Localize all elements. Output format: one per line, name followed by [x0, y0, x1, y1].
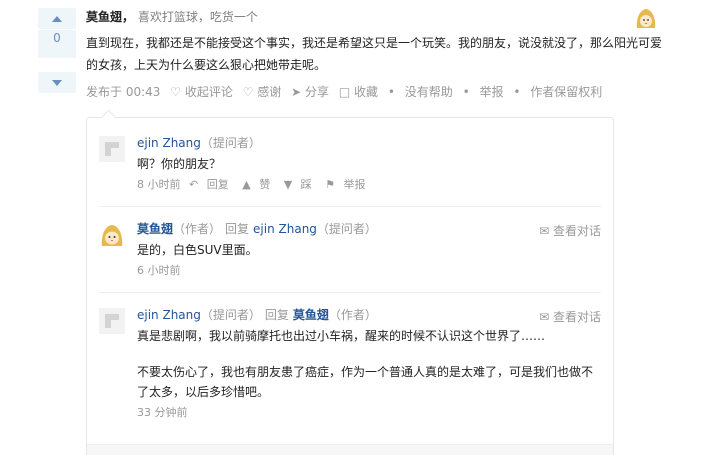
divider	[99, 206, 601, 207]
comment-meta: 33 分钟前	[137, 404, 603, 422]
comment-item: ejin Zhang（提问者） 回复 莫鱼翅（作者） 真是悲剧啊，我以前骑摩托也出过…	[87, 304, 613, 434]
comment-body: ejin Zhang（提问者） 啊？你的朋友？ 8 小时前 ↶ 回复 ▲ 赞 ▼…	[137, 134, 603, 194]
comment-item: 莫鱼翅（作者） 回复 ejin Zhang（提问者） 是的，白色SUV里面。 6 小…	[87, 218, 613, 288]
triangle-up-icon	[52, 15, 62, 22]
view-conversation-label: 查看对话	[552, 310, 601, 324]
reply-to-user[interactable]: ejin Zhang	[253, 222, 317, 236]
author-line: 莫鱼翅， 喜欢打篮球，吃货一个	[86, 9, 666, 25]
comment-time: 6 小时前	[137, 264, 181, 277]
copyright-notice[interactable]: 作者保留权利	[530, 85, 602, 99]
dislike-label: 踩	[300, 178, 312, 191]
comment-author-role: （提问者）	[200, 308, 261, 322]
thumbs-down-icon: ▼	[283, 178, 293, 191]
comment-header: ejin Zhang（提问者）	[137, 134, 603, 152]
thumbs-up-icon: ▲	[242, 178, 251, 191]
downvote-button[interactable]	[38, 72, 76, 93]
comment-meta: 6 小时前	[137, 262, 603, 280]
separator: •	[387, 85, 395, 99]
share-button[interactable]: ➤ 分享	[291, 85, 329, 99]
collapse-comments-button[interactable]: ♡ 收起评论	[170, 85, 233, 99]
default-avatar-icon[interactable]	[99, 136, 125, 162]
reply-word: 回复	[264, 308, 289, 322]
collapse-comments-label: 收起评论	[184, 85, 233, 99]
comment-report-button[interactable]: ⚑ 举报	[325, 178, 370, 191]
triangle-down-icon	[52, 79, 62, 86]
comment-text: 啊？你的朋友？	[137, 157, 222, 171]
comment-author-role: （作者）	[173, 222, 222, 236]
not-helpful-button[interactable]: 没有帮助	[405, 85, 453, 99]
comment-author[interactable]: ejin Zhang	[137, 136, 201, 150]
vote-widget: 0	[38, 8, 76, 93]
answer-item: 莫鱼翅， 喜欢打篮球，吃货一个 直到现在，我都还是不能接受这个事实，我还是希望这…	[86, 9, 666, 102]
comment-text-paragraph-1: 真是悲剧啊，我以前骑摩托也出过小车祸，醒来的时候不认识这个世界了……	[137, 329, 546, 343]
view-conversation-label: 查看对话	[552, 224, 601, 238]
comment-body: 莫鱼翅（作者） 回复 ejin Zhang（提问者） 是的，白色SUV里面。 6 小…	[137, 220, 603, 280]
comment-author-role: （提问者）	[200, 136, 261, 150]
flag-icon: ⚑	[325, 178, 336, 191]
comments-panel: ejin Zhang（提问者） 啊？你的朋友？ 8 小时前 ↶ 回复 ▲ 赞 ▼…	[86, 117, 614, 455]
author-bio: 喜欢打篮球，吃货一个	[137, 10, 258, 24]
view-conversation-button[interactable]: ✉ 查看对话	[539, 308, 601, 326]
comment-icon: ♡	[170, 85, 181, 99]
separator: •	[513, 85, 521, 99]
upvote-button[interactable]	[38, 8, 76, 29]
comment-header: ejin Zhang（提问者） 回复 莫鱼翅（作者）	[137, 306, 603, 324]
author-name[interactable]: 莫鱼翅，	[86, 10, 134, 24]
share-icon: ➤	[291, 85, 302, 99]
comment-report-label: 举报	[343, 178, 366, 191]
bookmark-icon: □	[338, 85, 351, 99]
comment-author[interactable]: ejin Zhang	[137, 308, 201, 322]
comment-body: ejin Zhang（提问者） 回复 莫鱼翅（作者） 真是悲剧啊，我以前骑摩托也出过…	[137, 306, 603, 422]
publish-time[interactable]: 发布于 00:43	[86, 85, 160, 99]
comment-author[interactable]: 莫鱼翅	[137, 222, 173, 236]
answer-content: 直到现在，我都还是不能接受这个事实，我还是希望这只是一个玩笑。我的朋友，说没就没…	[86, 36, 663, 72]
chat-icon: ✉	[539, 310, 550, 324]
chat-icon: ✉	[539, 224, 550, 238]
view-conversation-button[interactable]: ✉ 查看对话	[539, 222, 601, 240]
separator: •	[462, 85, 470, 99]
thanks-label: 感谢	[257, 85, 282, 99]
favorite-label: 收藏	[354, 85, 379, 99]
comment-time: 33 分钟前	[137, 406, 188, 419]
comment-meta: 8 小时前 ↶ 回复 ▲ 赞 ▼ 踩 ⚑ 举报	[137, 176, 603, 194]
comment-text-paragraph-2: 不要太伤心了，我也有朋友患了癌症，作为一个普通人真的是太难了，可是我们也做不了太…	[137, 365, 594, 399]
comment-input-area[interactable]	[87, 444, 613, 455]
default-avatar-icon[interactable]	[99, 308, 125, 334]
author-avatar[interactable]	[99, 222, 125, 248]
reply-to-role: （提问者）	[316, 222, 377, 236]
reply-word: 回复	[225, 222, 250, 236]
comment-time: 8 小时前	[137, 178, 181, 191]
comment-item: ejin Zhang（提问者） 啊？你的朋友？ 8 小时前 ↶ 回复 ▲ 赞 ▼…	[87, 132, 613, 202]
vote-count: 0	[38, 30, 76, 58]
reply-to-user[interactable]: 莫鱼翅	[293, 308, 329, 322]
reply-button[interactable]: ↶ 回复	[189, 178, 234, 191]
comment-text: 是的，白色SUV里面。	[137, 243, 258, 257]
like-label: 赞	[259, 178, 271, 191]
reply-icon: ↶	[189, 178, 199, 191]
answer-meta: 发布于 00:43 ♡ 收起评论 ♡ 感谢 ➤ 分享 □ 收藏 • 没有帮助 •…	[86, 82, 666, 102]
like-button[interactable]: ▲ 赞	[242, 178, 275, 191]
share-label: 分享	[305, 85, 330, 99]
dislike-button[interactable]: ▼ 踩	[284, 178, 317, 191]
reply-label: 回复	[206, 178, 229, 191]
divider	[99, 292, 601, 293]
reply-to-role: （作者）	[328, 308, 377, 322]
thanks-button[interactable]: ♡ 感谢	[243, 85, 282, 99]
heart-icon: ♡	[242, 85, 254, 99]
favorite-button[interactable]: □ 收藏	[339, 85, 378, 99]
comment-header: 莫鱼翅（作者） 回复 ejin Zhang（提问者）	[137, 220, 603, 238]
report-button[interactable]: 举报	[480, 85, 504, 99]
